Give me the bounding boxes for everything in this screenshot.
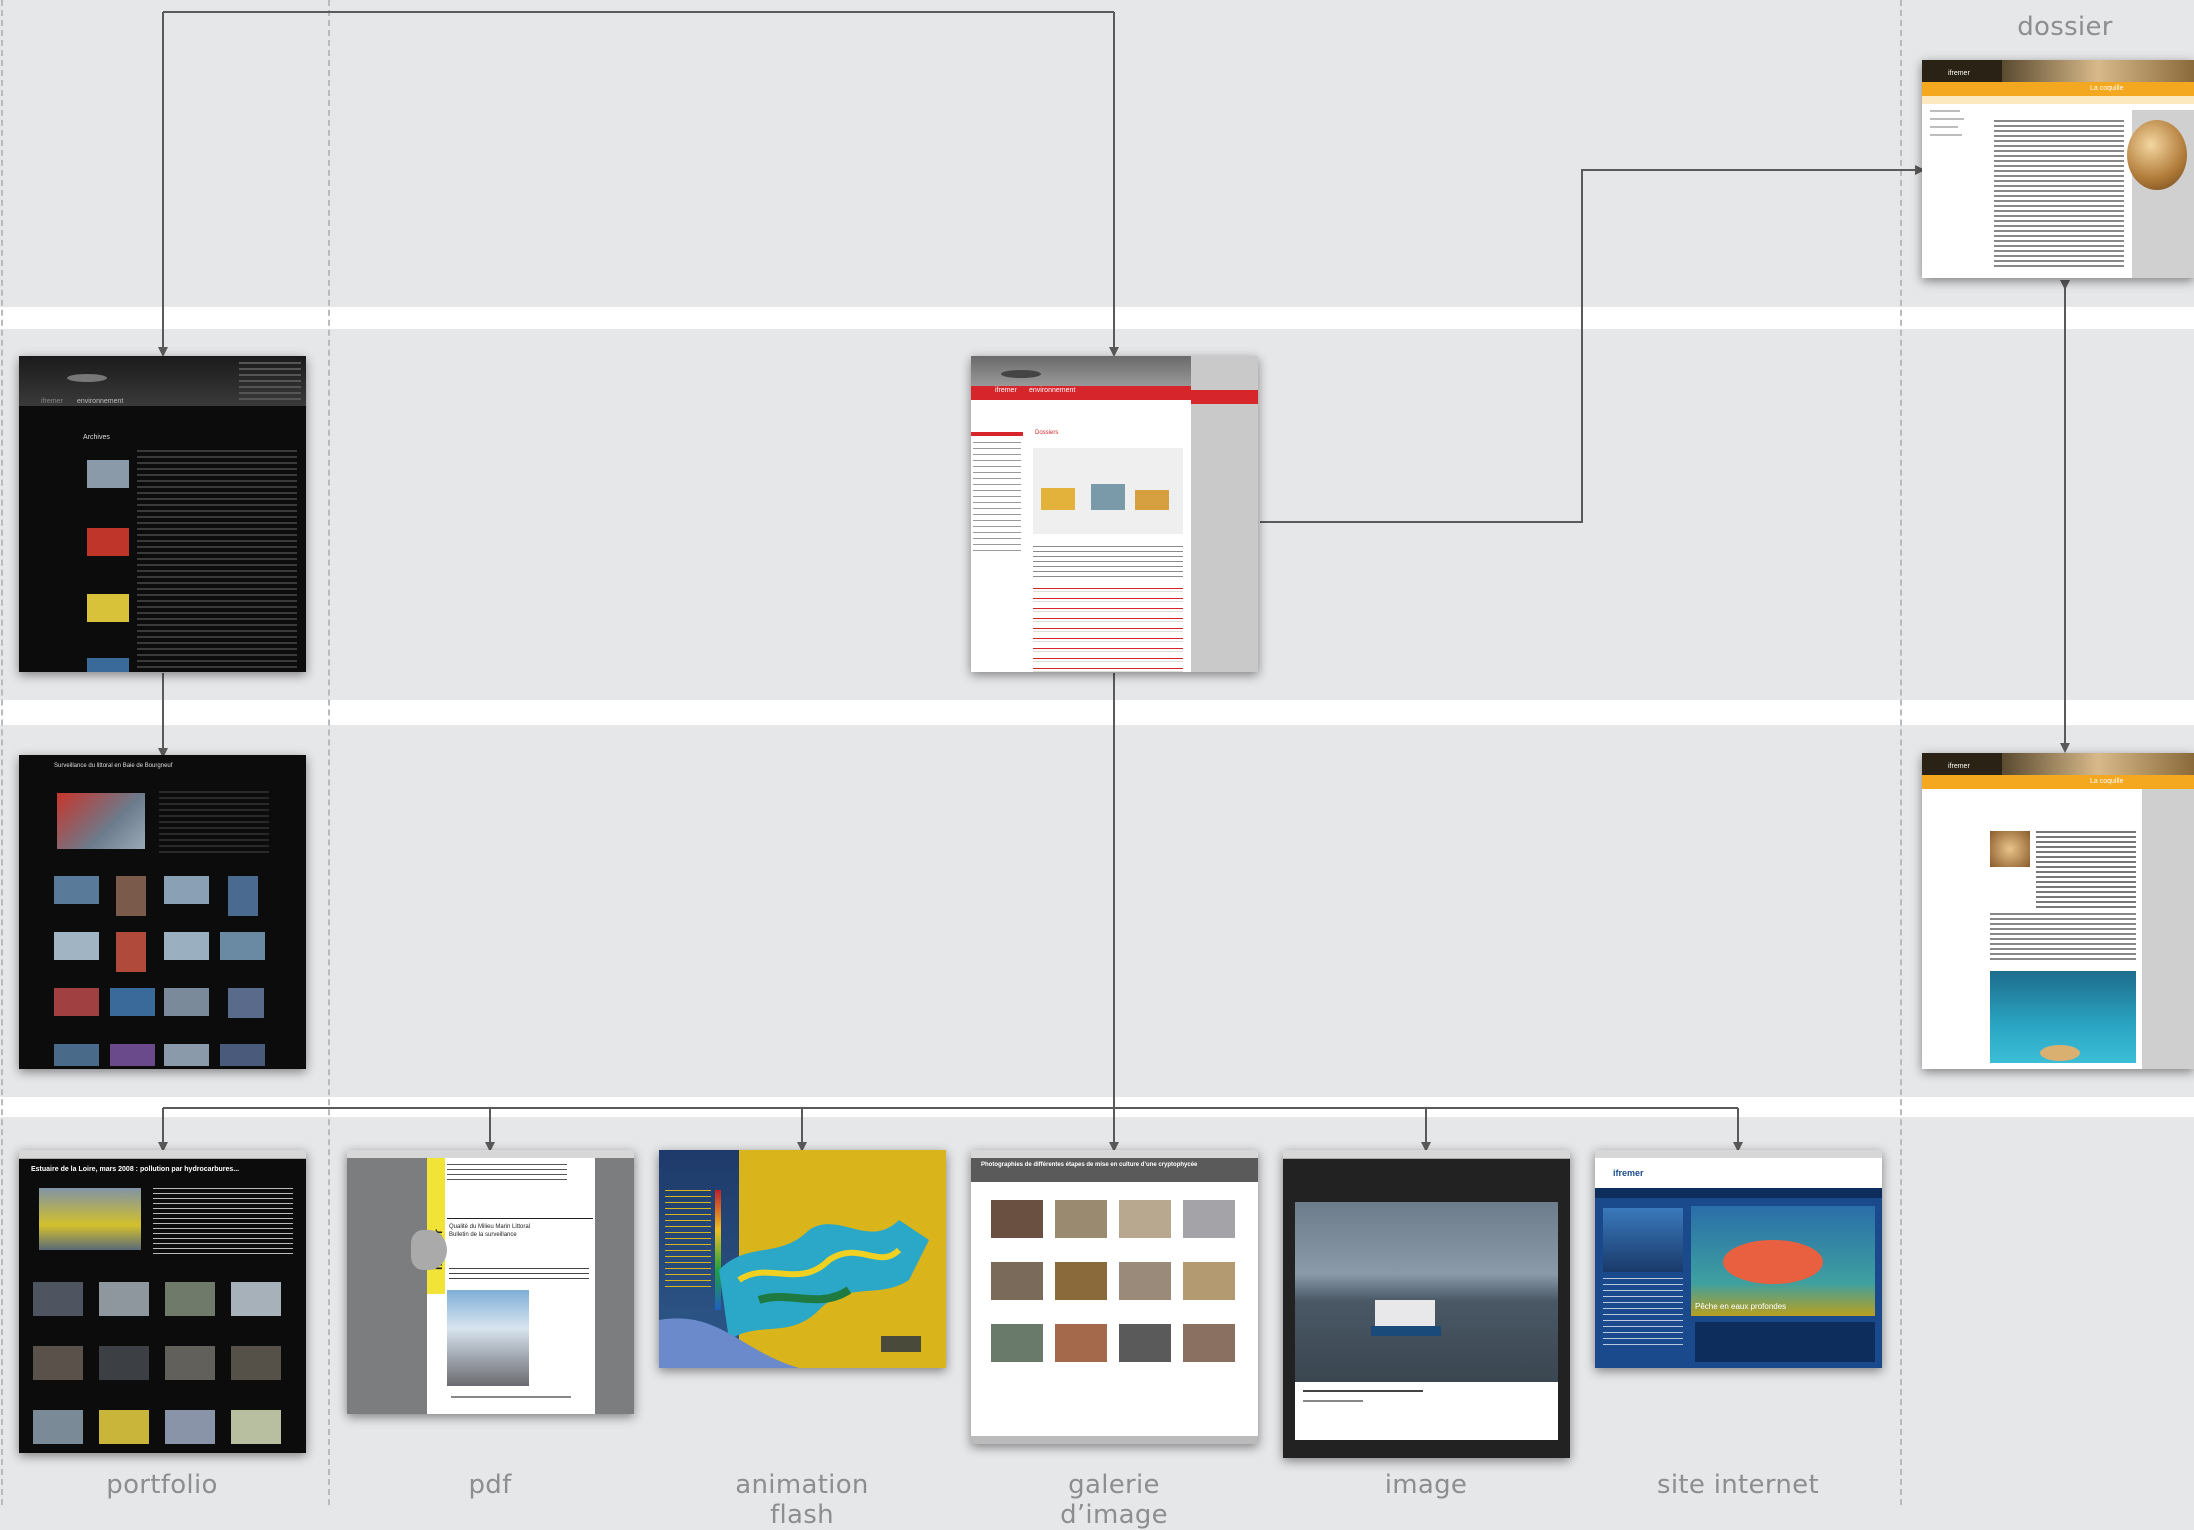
brand-text: ifremer (1948, 763, 1970, 770)
photo (116, 876, 146, 916)
photo (54, 932, 99, 960)
brand-text: ifremer (41, 398, 63, 405)
pdf-title: Qualité du Milieu Marin Littoral (449, 1224, 531, 1230)
photo (228, 876, 258, 916)
pdf-subtitle: Bulletin de la surveillance (449, 1232, 517, 1238)
photo (110, 1044, 155, 1066)
page-title: Photographies de différentes étapes de m… (981, 1162, 1198, 1168)
brand-text: ifremer (995, 387, 1017, 394)
brand-subtitle: environnement (1029, 387, 1076, 394)
surveillance-thumbnail[interactable]: Surveillance du littoral en Baie de Bour… (19, 755, 306, 1069)
animation-flash-label: animation flash (735, 1470, 869, 1530)
photo (164, 1044, 209, 1066)
pdf-label: pdf (468, 1470, 512, 1500)
image-thumbnail[interactable] (1283, 1150, 1570, 1458)
photo (54, 1044, 99, 1066)
photo (164, 988, 209, 1016)
section-title: Archives (83, 434, 110, 441)
dossier-bottom-thumbnail[interactable]: ifremer La coquille (1922, 753, 2194, 1069)
galerie-image-thumbnail[interactable]: Photographies de différentes étapes de m… (971, 1150, 1258, 1444)
photo (110, 988, 155, 1016)
site-internet-label: site internet (1657, 1470, 1819, 1500)
photo (164, 876, 209, 904)
section-title: La coquille (2090, 778, 2124, 785)
portfolio-thumbnail[interactable]: Estuaire de la Loire, mars 2008 : pollut… (19, 1150, 306, 1453)
headline: Pêche en eaux profondes (1695, 1302, 1787, 1311)
image-label: image (1384, 1470, 1468, 1500)
dossier-top-thumbnail[interactable]: ifremer La coquille (1922, 60, 2194, 278)
animation-flash-thumbnail[interactable] (659, 1150, 946, 1368)
section-title: La coquille (2090, 85, 2124, 92)
brand-text: ifremer (1948, 70, 1970, 77)
photo (54, 988, 99, 1016)
photo (54, 876, 99, 904)
photo (220, 1044, 265, 1066)
brand-text: ifremer (1613, 1168, 1644, 1178)
photo (116, 932, 146, 972)
photo (164, 932, 209, 960)
page-title: Surveillance du littoral en Baie de Bour… (54, 763, 173, 769)
site-internet-thumbnail[interactable]: ifremer Pêche en eaux profondes (1595, 1150, 1882, 1368)
archives-thumbnail[interactable]: ifremer environnement Archives (19, 356, 306, 672)
portfolio-label: portfolio (106, 1470, 218, 1500)
brand-subtitle: environnement (77, 398, 124, 405)
page-title: Estuaire de la Loire, mars 2008 : pollut… (31, 1166, 240, 1173)
photo (228, 988, 264, 1018)
photo (220, 932, 265, 960)
dossier-label: dossier (2017, 12, 2113, 42)
galerie-image-label: galerie d’image (1060, 1470, 1168, 1530)
section-title: Dossiers (1035, 430, 1059, 436)
pdf-thumbnail[interactable]: ifremer Qualité du Milieu Marin Littoral… (347, 1150, 634, 1414)
environnement-dossiers-thumbnail[interactable]: ifremer environnement Dossiers (971, 356, 1258, 672)
